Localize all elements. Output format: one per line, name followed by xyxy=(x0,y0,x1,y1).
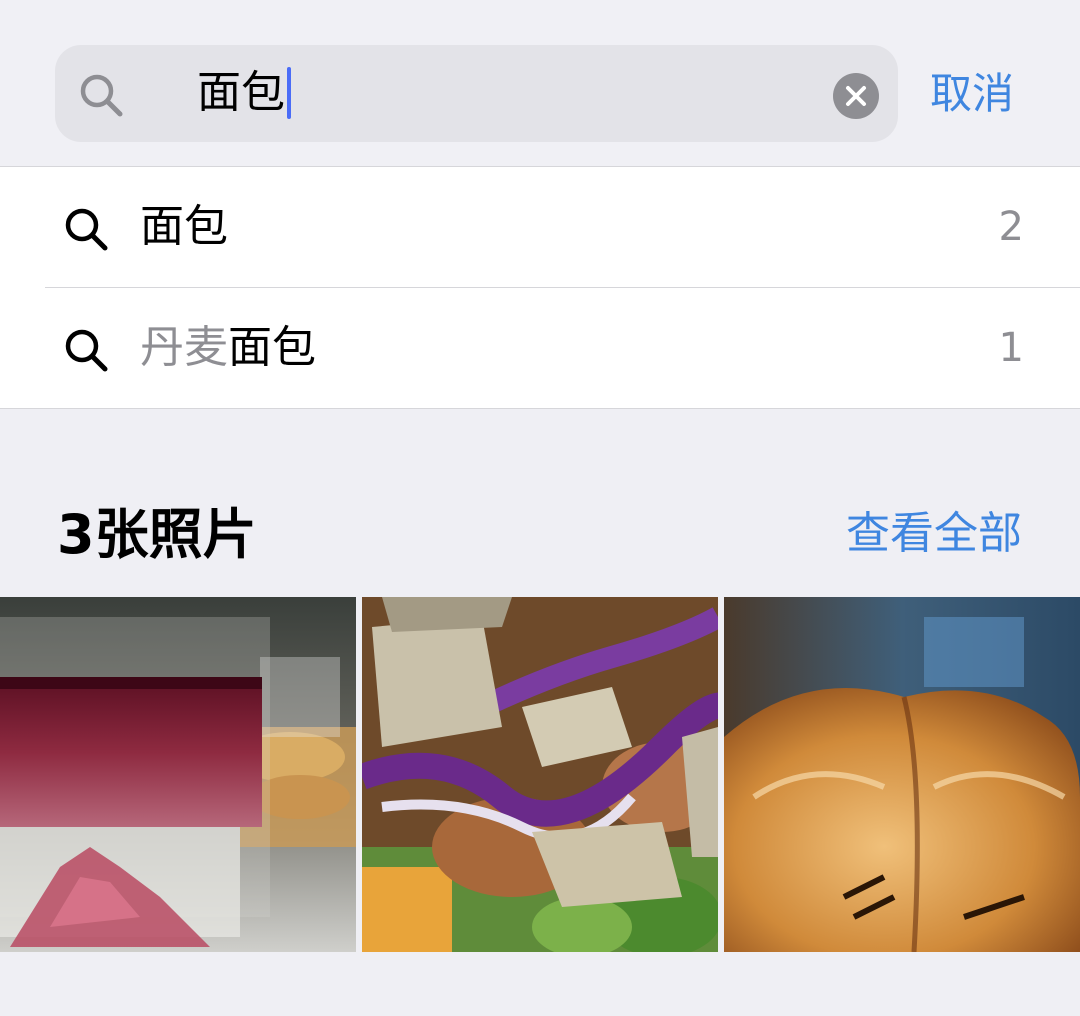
suggestion-prefix: 丹麦 xyxy=(140,322,228,373)
suggestion-count: 2 xyxy=(998,204,1024,250)
suggestion-item[interactable]: 丹麦面包 1 xyxy=(0,288,1080,408)
search-field[interactable]: 面包 xyxy=(55,45,898,142)
suggestion-label: 面包 xyxy=(140,197,228,257)
search-input[interactable]: 面包 xyxy=(197,63,291,123)
cancel-button[interactable]: 取消 xyxy=(930,65,1014,123)
suggestion-match: 面包 xyxy=(228,322,316,373)
suggestion-match: 面包 xyxy=(140,201,228,252)
suggestion-item[interactable]: 面包 2 xyxy=(0,167,1080,288)
close-icon xyxy=(846,86,866,106)
clear-search-button[interactable] xyxy=(833,73,879,119)
photo-thumbnail-bread[interactable] xyxy=(724,597,1080,952)
search-icon xyxy=(80,74,123,117)
search-icon xyxy=(65,208,108,251)
suggestion-label: 丹麦面包 xyxy=(140,318,316,378)
see-all-link[interactable]: 查看全部 xyxy=(846,503,1022,565)
search-icon xyxy=(65,329,108,372)
suggestion-list: 面包 2 丹麦面包 1 xyxy=(0,167,1080,409)
search-header: 面包 取消 xyxy=(0,0,1080,167)
text-caret xyxy=(287,67,291,119)
search-query-text: 面包 xyxy=(197,67,285,118)
suggestion-count: 1 xyxy=(998,325,1024,371)
results-title: 3张照片 xyxy=(57,503,257,566)
photo-grid xyxy=(0,597,1080,952)
photo-thumbnail-salad[interactable] xyxy=(362,597,718,952)
photo-thumbnail-drink[interactable] xyxy=(0,597,356,952)
